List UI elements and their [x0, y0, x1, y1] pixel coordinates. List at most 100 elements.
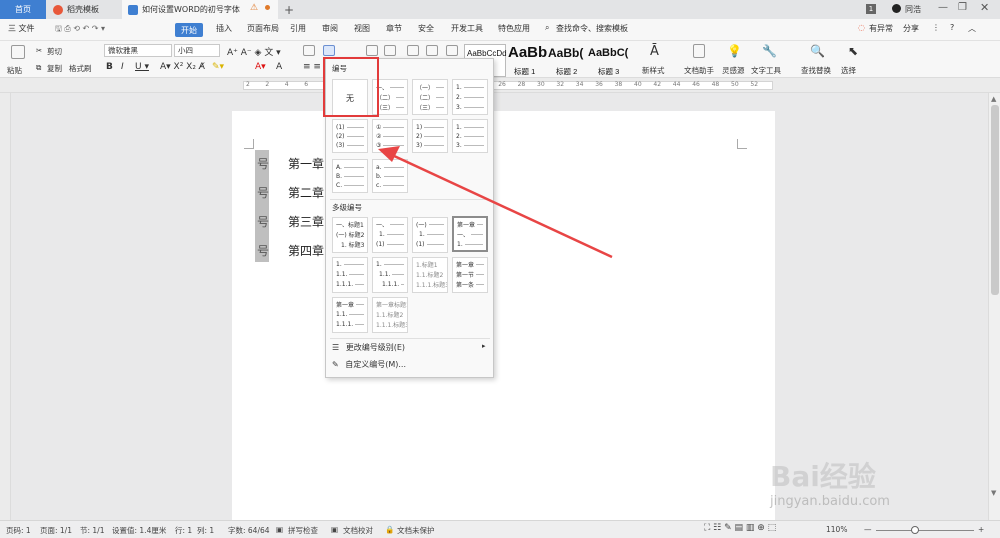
find-replace-button[interactable]: 查找替换 [801, 65, 831, 76]
help-icon[interactable]: ? [950, 23, 954, 32]
custom-numbering-menu-item[interactable]: ✎ 自定义编号(M)... [332, 359, 406, 370]
tab-template[interactable]: 稻壳模板 [47, 0, 121, 19]
inspiration-button[interactable]: 灵感源 [722, 65, 745, 76]
scroll-down-icon[interactable]: ▼ [991, 489, 996, 497]
multilevel-option[interactable]: 第一章 1.1. 1.1.1. [332, 297, 368, 333]
sync-status[interactable]: 有异常 [869, 23, 893, 34]
align-icons[interactable]: ≡ ≡ [303, 62, 321, 72]
line-spacing-icon[interactable] [426, 45, 438, 56]
share-button[interactable]: 分享 [903, 23, 919, 34]
status-page[interactable]: 页码: 1 [6, 525, 31, 536]
close-icon[interactable]: ✕ [980, 1, 989, 14]
change-level-menu-item[interactable]: ☰ 更改编号级别(E) ▸ [332, 342, 486, 353]
chevron-right-icon: ▸ [482, 342, 486, 350]
style-heading2[interactable]: AaBb( 标题 2 [548, 44, 588, 77]
user-name[interactable]: 同浩 [905, 4, 921, 15]
collapse-ribbon-icon[interactable]: ︿ [968, 23, 976, 34]
style-heading1[interactable]: AaBb 标题 1 [508, 44, 548, 77]
numbering-option[interactable]: 1. 2. 3. [452, 79, 488, 115]
outdent-icon[interactable] [384, 45, 396, 56]
numbering-icon[interactable] [323, 45, 335, 56]
char-shading-icon[interactable]: A [276, 62, 282, 72]
chinese-layout-icon[interactable] [407, 45, 419, 56]
wrench-icon: 🔧 [762, 44, 777, 58]
menu-security[interactable]: 安全 [418, 23, 434, 34]
menu-developer[interactable]: 开发工具 [451, 23, 483, 34]
chapter-line[interactable]: 第三章 [288, 213, 324, 230]
menu-insert[interactable]: 插入 [216, 23, 232, 34]
multilevel-option[interactable]: 第一章标题1 1.1.标题2 1.1.1.标题3 [372, 297, 408, 333]
new-tab-button[interactable]: + [284, 0, 294, 19]
search-command-input[interactable]: 查找命令、搜索模板 [556, 23, 628, 34]
bold-icon[interactable]: B [106, 62, 113, 72]
status-words[interactable]: 字数: 64/64 [228, 525, 270, 536]
numbering-option[interactable]: A. B. C. [332, 159, 368, 193]
sort-icon[interactable] [446, 45, 458, 56]
divider [330, 338, 490, 339]
doc-helper-button[interactable]: 文档助手 [684, 65, 714, 76]
minimize-icon[interactable]: — [938, 2, 948, 13]
numbering-option[interactable]: （一） （二） （三） [412, 79, 448, 115]
style-heading2-label: 标题 2 [556, 67, 578, 76]
new-style-button[interactable]: 新样式 [642, 65, 665, 76]
zoom-out-icon[interactable]: — [864, 525, 872, 534]
chapter-line[interactable]: 第一章 [288, 155, 324, 172]
list-level-icon: ☰ [332, 343, 340, 352]
paste-button[interactable]: 粘贴 [7, 65, 22, 76]
menu-page-layout[interactable]: 页面布局 [247, 23, 279, 34]
select-button[interactable]: 选择 [841, 65, 856, 76]
italic-icon[interactable]: I [121, 62, 124, 72]
horizontal-ruler[interactable]: 2246810121416182022242628303234363840424… [0, 78, 1000, 93]
tab-document[interactable]: 如何设置WORD的初号字体 ⚠ [122, 0, 278, 19]
font-name-select[interactable]: 微软雅黑 [104, 44, 172, 57]
ribbon: 粘贴 ✂ 剪切 ⧉ 复制 格式刷 微软雅黑 小四 A⁺ A⁻ ◈ 文 ▾ B I… [0, 41, 1000, 78]
copy-button[interactable]: 复制 [47, 63, 62, 74]
scroll-up-icon[interactable]: ▲ [991, 95, 996, 103]
indent-icon[interactable] [366, 45, 378, 56]
quick-access-icons[interactable]: 🖫 ⎙ ⟲ ↶ ↷ ▾ [55, 23, 105, 37]
multilevel-option[interactable]: 一、标题1 (一) 标题2 1. 标题3 [332, 217, 368, 253]
chapter-line[interactable]: 第二章 [288, 184, 324, 201]
proof-button[interactable]: 文档校对 [343, 525, 373, 536]
strike-sup-sub-icons[interactable]: A▾ X² X₂ A̸ [160, 62, 205, 72]
ruler-tick-label: 52 [750, 81, 759, 88]
numbering-option[interactable]: (1) (2) (3) [332, 119, 368, 153]
font-size-select[interactable]: 小四 [174, 44, 220, 57]
protect-status[interactable]: 文档未保护 [397, 525, 435, 536]
zoom-slider-thumb[interactable] [911, 526, 919, 534]
font-color-icon[interactable]: A▾ [255, 62, 266, 72]
avatar[interactable] [892, 4, 901, 13]
menu-file[interactable]: 三 文件 [8, 23, 35, 34]
tab-home[interactable]: 首页 [0, 0, 46, 19]
format-painter-button[interactable]: 格式刷 [69, 63, 92, 74]
paste-icon[interactable] [11, 45, 25, 59]
menu-start[interactable]: 开始 [175, 23, 203, 37]
menu-references[interactable]: 引用 [290, 23, 306, 34]
vertical-ruler[interactable] [0, 93, 11, 520]
bullets-icon[interactable] [303, 45, 315, 56]
multilevel-option[interactable]: 1. 1.1. 1.1.1. [332, 257, 368, 293]
grow-font-icon[interactable]: A⁺ A⁻ ◈ 文 ▾ [227, 45, 281, 58]
style-heading3[interactable]: AaBbC( 标题 3 [588, 44, 630, 77]
restore-icon[interactable]: ❐ [958, 2, 967, 13]
menu-chapter[interactable]: 章节 [386, 23, 402, 34]
underline-icon[interactable]: U ▾ [135, 62, 149, 72]
chapter-line[interactable]: 第四章 [288, 242, 324, 259]
vertical-scrollbar[interactable]: ▲ ▼ [988, 93, 1000, 520]
style-heading1-label: 标题 1 [514, 67, 536, 76]
text-tools-button[interactable]: 文字工具 [751, 65, 781, 76]
menu-view[interactable]: 视图 [354, 23, 370, 34]
window-count-badge[interactable]: 1 [866, 4, 876, 14]
scroll-thumb[interactable] [991, 105, 999, 295]
view-mode-icons[interactable]: ⛶ ☷ ✎ ▤ ▥ ⊕ ⬚ [704, 523, 776, 533]
highlight-icon[interactable]: ✎▾ [212, 62, 224, 72]
zoom-level[interactable]: 110% [826, 525, 847, 534]
menu-review[interactable]: 审阅 [322, 23, 338, 34]
zoom-slider[interactable] [876, 530, 974, 531]
more-icon[interactable]: ⋮ [932, 23, 940, 32]
zoom-in-icon[interactable]: + [978, 525, 984, 534]
warning-icon: ⚠ [250, 3, 259, 13]
menu-special[interactable]: 特色应用 [498, 23, 530, 34]
spellcheck-button[interactable]: 拼写检查 [288, 525, 318, 536]
cut-button[interactable]: 剪切 [47, 46, 62, 57]
